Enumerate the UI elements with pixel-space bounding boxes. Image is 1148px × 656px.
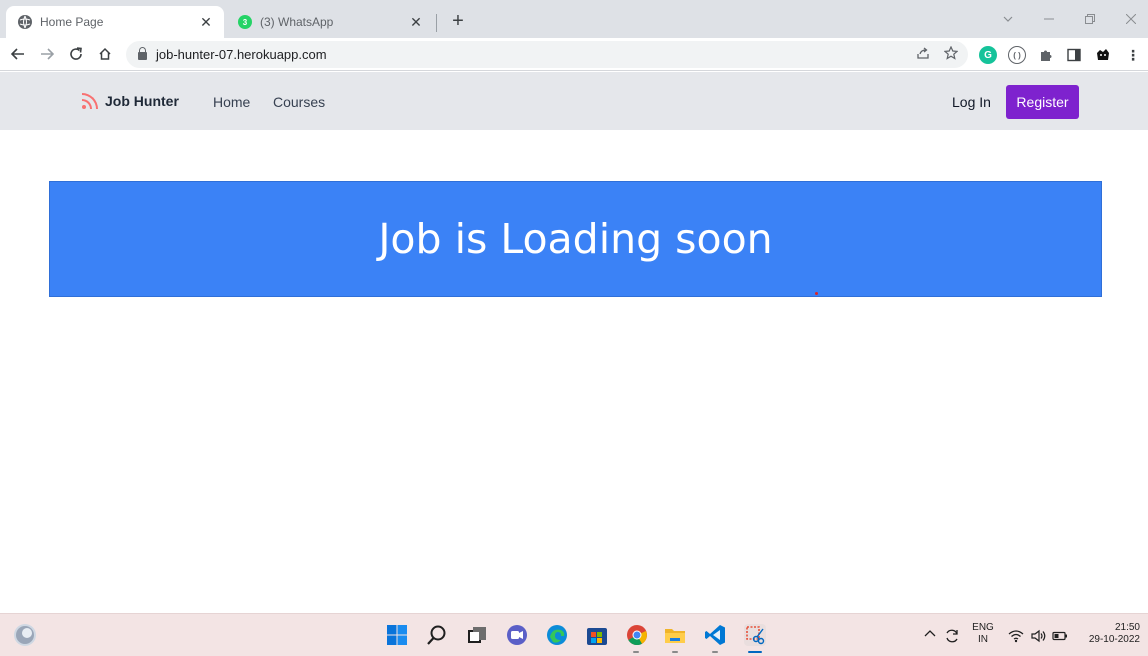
edge-browser-icon[interactable] <box>546 624 568 646</box>
task-view-icon[interactable] <box>466 624 488 646</box>
close-window-icon[interactable] <box>1119 10 1143 30</box>
running-indicator <box>672 651 678 653</box>
weather-icon[interactable] <box>14 624 36 646</box>
brand-name: Job Hunter <box>105 93 179 109</box>
url-text: job-hunter-07.herokuapp.com <box>156 47 327 62</box>
hero-banner: Job is Loading soon <box>49 181 1102 297</box>
close-tab-icon[interactable]: ✕ <box>198 14 214 31</box>
browser-toolbar: job-hunter-07.herokuapp.com G ( ) ⋮ <box>0 38 1148 71</box>
new-tab-button[interactable]: + <box>448 10 468 32</box>
volume-icon[interactable] <box>1030 628 1046 644</box>
share-icon[interactable] <box>914 46 932 64</box>
register-button[interactable]: Register <box>1006 85 1079 119</box>
whatsapp-icon: 3 <box>238 15 252 29</box>
browser-tab-strip: Home Page ✕ 3 (3) WhatsApp ✕ + <box>0 0 1148 38</box>
side-panel-icon[interactable] <box>1065 46 1083 64</box>
rss-icon <box>81 92 99 110</box>
tab-title: (3) WhatsApp <box>260 15 334 29</box>
forward-icon[interactable] <box>37 44 57 64</box>
clock[interactable]: 21:50 29-10-2022 <box>1074 622 1140 646</box>
restore-icon[interactable] <box>1078 10 1102 30</box>
file-explorer-icon[interactable] <box>664 624 686 646</box>
screen: Home Page ✕ 3 (3) WhatsApp ✕ + job-hunte… <box>0 0 1148 656</box>
show-hidden-icons-chevron-icon[interactable] <box>922 628 938 644</box>
login-link[interactable]: Log In <box>952 94 991 110</box>
start-icon[interactable] <box>386 624 408 646</box>
globe-icon <box>18 15 32 29</box>
extension-circle-icon[interactable]: ( ) <box>1008 46 1026 64</box>
running-indicator <box>633 651 639 653</box>
wifi-icon[interactable] <box>1008 628 1024 644</box>
search-icon[interactable] <box>426 624 448 646</box>
battery-icon[interactable] <box>1052 628 1068 644</box>
cursor-dot <box>815 292 818 295</box>
close-tab-icon[interactable]: ✕ <box>408 14 424 31</box>
tab-search-icon[interactable] <box>996 10 1020 30</box>
tab-whatsapp[interactable]: 3 (3) WhatsApp ✕ <box>226 6 434 38</box>
hero-heading: Job is Loading soon <box>378 215 773 263</box>
profile-avatar-icon[interactable] <box>1094 46 1112 64</box>
nav-link-home[interactable]: Home <box>213 94 250 110</box>
chrome-icon[interactable] <box>626 624 648 646</box>
lock-icon <box>138 47 147 60</box>
minimize-icon[interactable] <box>1037 10 1061 30</box>
running-indicator-active <box>748 651 762 653</box>
tab-separator <box>436 14 437 32</box>
bookmark-star-icon[interactable] <box>942 45 960 64</box>
home-icon[interactable] <box>95 44 115 64</box>
snipping-tool-icon[interactable] <box>744 624 766 646</box>
running-indicator <box>712 651 718 653</box>
grammarly-extension-icon[interactable]: G <box>979 46 997 64</box>
clock-time: 21:50 <box>1114 622 1140 633</box>
brand-logo[interactable]: Job Hunter <box>81 92 179 110</box>
clock-date: 29-10-2022 <box>1088 634 1140 645</box>
windows-taskbar: ENG IN 21:50 29-10-2022 <box>0 613 1148 656</box>
notification-badge: 3 <box>242 17 248 27</box>
vscode-icon[interactable] <box>704 624 726 646</box>
tab-home-page[interactable]: Home Page ✕ <box>6 6 224 38</box>
nav-link-courses[interactable]: Courses <box>273 94 325 110</box>
extensions-puzzle-icon[interactable] <box>1037 46 1055 64</box>
microsoft-store-icon[interactable] <box>586 624 608 646</box>
language-code: ENG <box>972 622 994 633</box>
sync-icon[interactable] <box>944 628 960 644</box>
teams-chat-icon[interactable] <box>506 624 528 646</box>
tab-title: Home Page <box>40 15 104 29</box>
language-region: IN <box>978 634 988 645</box>
browser-menu-icon[interactable]: ⋮ <box>1124 46 1142 64</box>
reload-icon[interactable] <box>66 44 86 64</box>
address-bar[interactable]: job-hunter-07.herokuapp.com <box>126 41 968 68</box>
site-navbar: Job Hunter Home Courses Log In Register <box>0 72 1148 130</box>
back-icon[interactable] <box>8 44 28 64</box>
language-indicator[interactable]: ENG IN <box>970 622 996 646</box>
